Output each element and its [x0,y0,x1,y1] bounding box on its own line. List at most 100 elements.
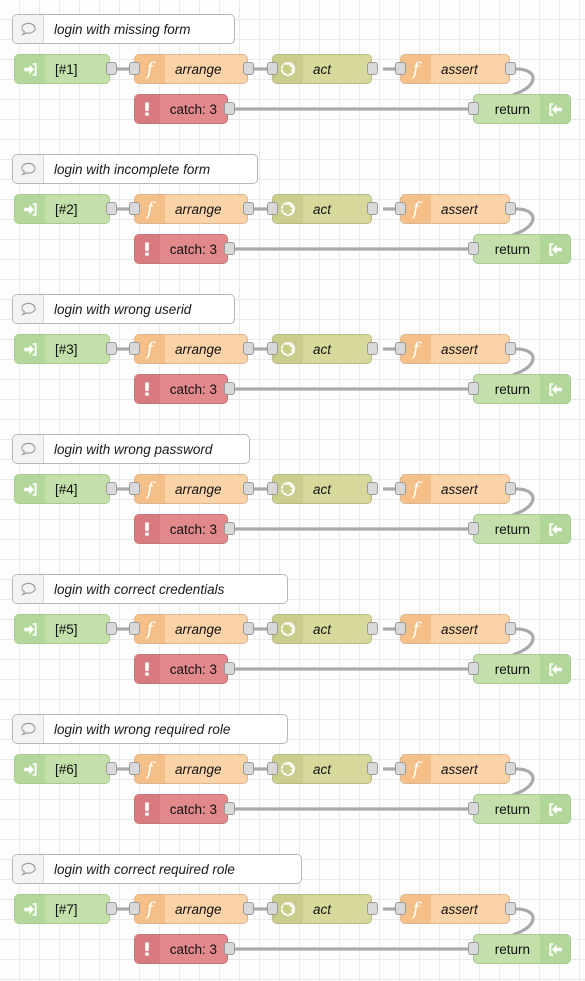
catch-node[interactable]: catch: 3 [134,794,228,824]
inject-output-port[interactable] [106,342,117,355]
http-request-node-act[interactable]: act [272,894,372,924]
arrange-input-port[interactable] [129,762,140,775]
function-node-assert[interactable]: f assert [400,614,510,644]
assert-input-port[interactable] [395,202,406,215]
arrange-output-port[interactable] [243,62,254,75]
function-node-assert[interactable]: f assert [400,754,510,784]
return-node[interactable]: return [473,374,571,404]
assert-output-port[interactable] [505,342,516,355]
comment-node[interactable]: login with wrong userid [12,294,235,324]
inject-output-port[interactable] [106,622,117,635]
function-node-assert[interactable]: f assert [400,894,510,924]
comment-node[interactable]: login with correct credentials [12,574,288,604]
act-input-port[interactable] [267,202,278,215]
act-output-port[interactable] [367,342,378,355]
catch-output-port[interactable] [224,242,235,255]
arrange-output-port[interactable] [243,482,254,495]
http-request-node-act[interactable]: act [272,194,372,224]
inject-node[interactable]: [#5] [14,614,110,644]
act-input-port[interactable] [267,762,278,775]
assert-input-port[interactable] [395,62,406,75]
catch-node[interactable]: catch: 3 [134,374,228,404]
function-node-arrange[interactable]: f arrange [134,894,248,924]
assert-input-port[interactable] [395,902,406,915]
function-node-arrange[interactable]: f arrange [134,194,248,224]
assert-output-port[interactable] [505,482,516,495]
return-node[interactable]: return [473,934,571,964]
arrange-output-port[interactable] [243,622,254,635]
http-request-node-act[interactable]: act [272,614,372,644]
return-input-port[interactable] [468,942,479,955]
inject-node[interactable]: [#7] [14,894,110,924]
inject-output-port[interactable] [106,482,117,495]
assert-input-port[interactable] [395,762,406,775]
inject-node[interactable]: [#1] [14,54,110,84]
http-request-node-act[interactable]: act [272,54,372,84]
inject-node[interactable]: [#4] [14,474,110,504]
inject-output-port[interactable] [106,62,117,75]
act-input-port[interactable] [267,62,278,75]
act-output-port[interactable] [367,902,378,915]
return-node[interactable]: return [473,94,571,124]
catch-output-port[interactable] [224,802,235,815]
inject-output-port[interactable] [106,202,117,215]
inject-output-port[interactable] [106,902,117,915]
return-node[interactable]: return [473,794,571,824]
catch-node[interactable]: catch: 3 [134,94,228,124]
assert-input-port[interactable] [395,622,406,635]
catch-node[interactable]: catch: 3 [134,234,228,264]
return-input-port[interactable] [468,382,479,395]
inject-output-port[interactable] [106,762,117,775]
comment-node[interactable]: login with correct required role [12,854,302,884]
function-node-arrange[interactable]: f arrange [134,334,248,364]
return-node[interactable]: return [473,514,571,544]
act-input-port[interactable] [267,342,278,355]
arrange-output-port[interactable] [243,342,254,355]
catch-output-port[interactable] [224,102,235,115]
act-output-port[interactable] [367,762,378,775]
arrange-input-port[interactable] [129,902,140,915]
inject-node[interactable]: [#3] [14,334,110,364]
arrange-input-port[interactable] [129,62,140,75]
function-node-arrange[interactable]: f arrange [134,54,248,84]
function-node-assert[interactable]: f assert [400,334,510,364]
assert-input-port[interactable] [395,482,406,495]
http-request-node-act[interactable]: act [272,474,372,504]
http-request-node-act[interactable]: act [272,754,372,784]
catch-node[interactable]: catch: 3 [134,514,228,544]
function-node-arrange[interactable]: f arrange [134,474,248,504]
act-output-port[interactable] [367,482,378,495]
act-input-port[interactable] [267,622,278,635]
assert-input-port[interactable] [395,342,406,355]
catch-output-port[interactable] [224,522,235,535]
assert-output-port[interactable] [505,202,516,215]
act-output-port[interactable] [367,622,378,635]
return-node[interactable]: return [473,234,571,264]
assert-output-port[interactable] [505,902,516,915]
catch-output-port[interactable] [224,382,235,395]
return-input-port[interactable] [468,522,479,535]
inject-node[interactable]: [#6] [14,754,110,784]
comment-node[interactable]: login with missing form [12,14,235,44]
catch-output-port[interactable] [224,662,235,675]
function-node-assert[interactable]: f assert [400,54,510,84]
return-input-port[interactable] [468,242,479,255]
return-node[interactable]: return [473,654,571,684]
function-node-assert[interactable]: f assert [400,474,510,504]
catch-node[interactable]: catch: 3 [134,654,228,684]
function-node-arrange[interactable]: f arrange [134,754,248,784]
arrange-output-port[interactable] [243,902,254,915]
arrange-output-port[interactable] [243,762,254,775]
comment-node[interactable]: login with wrong required role [12,714,288,744]
assert-output-port[interactable] [505,62,516,75]
function-node-arrange[interactable]: f arrange [134,614,248,644]
catch-node[interactable]: catch: 3 [134,934,228,964]
arrange-input-port[interactable] [129,482,140,495]
assert-output-port[interactable] [505,762,516,775]
return-input-port[interactable] [468,802,479,815]
arrange-output-port[interactable] [243,202,254,215]
http-request-node-act[interactable]: act [272,334,372,364]
function-node-assert[interactable]: f assert [400,194,510,224]
arrange-input-port[interactable] [129,202,140,215]
assert-output-port[interactable] [505,622,516,635]
